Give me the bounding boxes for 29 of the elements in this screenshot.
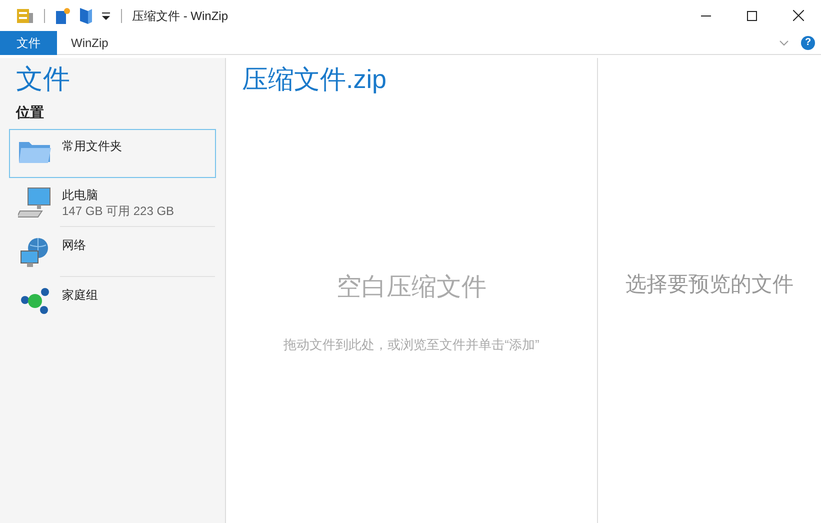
window-title: 压缩文件 - WinZip: [132, 8, 228, 24]
help-button[interactable]: ?: [801, 36, 815, 50]
location-label: 此电脑: [62, 187, 99, 203]
location-label: 常用文件夹: [62, 138, 122, 154]
drop-hint: 拖动文件到此处，或浏览至文件并单击“添加”: [284, 336, 540, 354]
location-item[interactable]: 此电脑 147 GB 可用 223 GB: [9, 178, 216, 228]
location-label: 家庭组: [62, 287, 98, 303]
new-file-icon[interactable]: [55, 6, 71, 24]
location-item[interactable]: 家庭组: [9, 278, 216, 328]
computer-icon: [18, 187, 52, 219]
preview-message: 选择要预览的文件: [626, 272, 794, 298]
maximize-icon[interactable]: [747, 10, 757, 20]
section-label: 位置: [16, 103, 45, 122]
dropdown-icon[interactable]: [101, 10, 111, 20]
archive-title: 压缩文件.zip: [242, 63, 386, 96]
location-item[interactable]: 常用文件夹: [9, 129, 216, 178]
close-icon[interactable]: [792, 10, 804, 21]
location-label: 网络: [62, 237, 86, 253]
empty-archive-title: 空白压缩文件: [336, 272, 486, 303]
network-icon: [19, 237, 51, 269]
homegroup-icon: [20, 287, 50, 315]
sidebar-heading: 文件: [16, 63, 71, 96]
ribbon-tab[interactable]: WinZip: [57, 30, 122, 54]
location-item[interactable]: 网络: [9, 228, 216, 278]
collapse-ribbon-icon[interactable]: [779, 40, 789, 46]
ribbon-tab[interactable]: 文件: [0, 30, 57, 54]
archive-app-icon[interactable]: [16, 6, 34, 24]
location-detail: 147 GB 可用 223 GB: [62, 203, 174, 219]
book-icon[interactable]: [79, 6, 93, 24]
